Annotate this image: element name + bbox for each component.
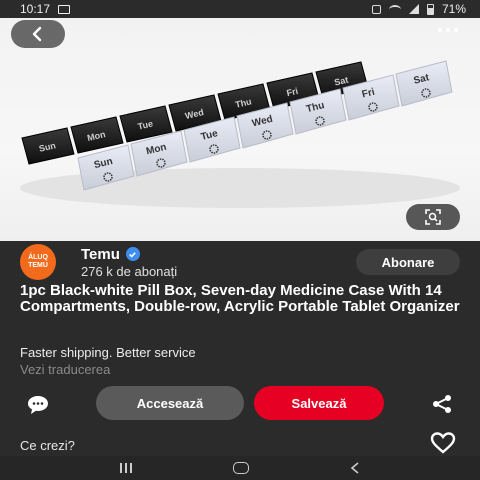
system-nav-bar <box>0 456 480 480</box>
see-translation-link[interactable]: Vezi traducerea <box>20 362 110 377</box>
more-options-button[interactable] <box>438 28 458 32</box>
subscriber-count: 276 k de abonați <box>81 263 178 279</box>
react-button[interactable] <box>430 431 456 459</box>
save-button[interactable]: Salvează <box>254 386 384 420</box>
pin-description: Faster shipping. Better service <box>20 345 196 360</box>
wifi-icon <box>388 4 401 14</box>
dot-icon <box>454 28 458 32</box>
logo-text: TEMU <box>28 262 48 269</box>
comment-prompt: Ce crezi? <box>20 437 75 453</box>
comment-button[interactable] <box>26 394 50 421</box>
comment-row[interactable]: Ce crezi? <box>20 431 460 454</box>
channel-name[interactable]: Temu <box>81 246 120 263</box>
bar-icon <box>125 463 128 473</box>
bar-icon <box>120 463 123 473</box>
share-button[interactable] <box>430 394 454 419</box>
home-button[interactable] <box>232 462 249 474</box>
dot-icon <box>438 28 442 32</box>
action-bar: Accesează Salvează <box>0 386 480 420</box>
gallery-notification-icon <box>58 4 71 14</box>
notification-icon <box>371 4 381 14</box>
chevron-left-icon <box>32 26 42 42</box>
logo-glyphs: ÁLUQ <box>28 254 48 261</box>
lens-search-icon <box>425 209 441 225</box>
visual-search-button[interactable] <box>406 204 460 230</box>
comment-bubble-icon <box>28 396 48 414</box>
system-back-button[interactable] <box>350 462 360 474</box>
subscribe-button[interactable]: Abonare <box>356 249 460 275</box>
recent-apps-button[interactable] <box>120 463 133 473</box>
pill-box-illustration: SunMonTueWedThuFriSatSunMonTueWedThuFriS… <box>20 60 460 208</box>
channel-row: ÁLUQ TEMU Temu 276 k de abonați Abonare <box>20 244 460 280</box>
pin-title: 1pc Black-white Pill Box, Seven-day Medi… <box>20 282 460 315</box>
battery-icon <box>426 3 434 15</box>
battery-level: 71% <box>441 2 466 16</box>
back-button[interactable] <box>11 20 65 48</box>
visit-button[interactable]: Accesează <box>96 386 244 420</box>
signal-icon <box>408 4 419 14</box>
channel-meta: Temu 276 k de abonați <box>81 246 177 279</box>
status-bar: 10:17 71% <box>0 0 480 18</box>
dot-icon <box>446 28 450 32</box>
verified-badge-icon <box>125 247 140 261</box>
heart-icon <box>430 431 456 454</box>
status-time: 10:17 <box>20 2 51 16</box>
channel-avatar[interactable]: ÁLUQ TEMU <box>20 244 56 280</box>
bar-icon <box>130 463 133 473</box>
product-image[interactable]: Sun Mon Tue Wed Thu Fri Sat Sun Mon Tue Wed Thu Fri S… <box>0 18 480 241</box>
share-icon <box>433 395 451 413</box>
